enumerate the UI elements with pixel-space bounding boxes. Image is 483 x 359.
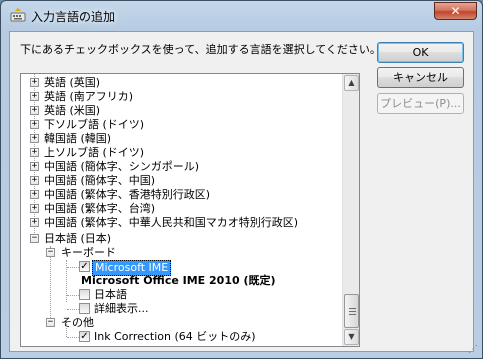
expand-icon[interactable]: +	[30, 78, 39, 87]
close-icon: ✕	[450, 4, 461, 18]
tree-item-label: 英語 (英国)	[44, 76, 101, 89]
tree-item-label: キーボード	[61, 246, 116, 259]
expand-icon[interactable]: +	[30, 148, 39, 157]
tree-item-label: 日本語	[94, 288, 127, 301]
tree-line	[66, 324, 67, 337]
scroll-thumb[interactable]	[344, 294, 359, 328]
expand-icon[interactable]: +	[30, 162, 39, 171]
expand-icon[interactable]: +	[30, 106, 39, 115]
expand-icon[interactable]: +	[30, 92, 39, 101]
expand-icon[interactable]: +	[30, 190, 39, 199]
tree-item-label: 中国語 (繁体字、香港特別行政区)	[44, 188, 211, 201]
tree-item-label: 下ソルブ語 (ドイツ)	[44, 118, 145, 131]
expand-icon[interactable]: +	[30, 134, 39, 143]
close-button[interactable]: ✕	[434, 2, 477, 20]
tree-line	[67, 309, 79, 310]
dialog-client-area: 下にあるチェックボックスを使って、追加する言語を選択してください。 OK キャン…	[9, 31, 474, 352]
expand-icon[interactable]: +	[30, 218, 39, 227]
keyboard-language-icon	[10, 8, 26, 22]
tree-item-label: 中国語 (繁体字、台湾)	[44, 202, 156, 215]
collapse-icon[interactable]: −	[30, 234, 39, 243]
expand-icon[interactable]: +	[30, 120, 39, 129]
collapse-icon[interactable]: −	[46, 318, 55, 327]
checkbox-japanese-keyboard[interactable]	[79, 289, 90, 300]
tree-line	[67, 267, 79, 268]
add-input-language-dialog: 入力言語の追加 ✕ 下にあるチェックボックスを使って、追加する言語を選択してくだ…	[0, 0, 483, 359]
tree-item-label: Ink Correction (64 ビットのみ)	[94, 330, 256, 343]
title-bar[interactable]: 入力言語の追加 ✕	[1, 1, 482, 31]
thumb-grip	[349, 314, 356, 315]
resize-grip-icon[interactable]: ⋰	[468, 344, 480, 356]
window-title: 入力言語の追加	[31, 10, 116, 24]
tree-item-label: 上ソルブ語 (ドイツ)	[44, 146, 145, 159]
tree-item-label: 英語 (米国)	[44, 104, 101, 117]
language-tree-content: − 日本語 (日本) − キーボード ✓ Microsoft IME Micro…	[21, 74, 343, 346]
tree-item-label: 詳細表示...	[94, 302, 149, 315]
tree-line	[67, 337, 79, 338]
preview-button[interactable]: プレビュー(P)...	[377, 93, 464, 114]
checkbox-microsoft-ime[interactable]: ✓	[79, 261, 90, 272]
scroll-up-icon[interactable]: ▲	[344, 75, 359, 91]
tree-item-label: 韓国語 (韓国)	[44, 132, 112, 145]
tree-item-label: Microsoft Office IME 2010 (既定)	[81, 274, 276, 287]
tree-item-label: 中国語 (簡体字、シンガポール)	[44, 160, 200, 173]
checkbox-show-more[interactable]	[79, 303, 90, 314]
tree-item-label: 中国語 (簡体字、中国)	[44, 174, 156, 187]
tree-vertical-scrollbar[interactable]: ▲ ▼	[342, 74, 359, 346]
expand-icon[interactable]: +	[30, 176, 39, 185]
tree-line	[67, 295, 79, 296]
tree-item-label: 中国語 (繁体字、中華人民共和国マカオ特別行政区)	[44, 216, 299, 229]
scroll-down-icon[interactable]: ▼	[344, 329, 359, 345]
tree-item-label: 日本語 (日本)	[44, 232, 112, 245]
cancel-button[interactable]: キャンセル	[377, 67, 464, 88]
expand-icon[interactable]: +	[30, 204, 39, 213]
language-tree[interactable]: − 日本語 (日本) − キーボード ✓ Microsoft IME Micro…	[20, 73, 360, 347]
thumb-grip	[349, 308, 356, 309]
instruction-text: 下にあるチェックボックスを使って、追加する言語を選択してください。	[20, 43, 381, 56]
thumb-grip	[349, 311, 356, 312]
tree-item-label: 英語 (南アフリカ)	[44, 90, 134, 103]
tree-line	[50, 246, 51, 324]
collapse-icon[interactable]: −	[46, 248, 55, 257]
checkbox-ink-correction[interactable]: ✓	[79, 331, 90, 342]
ok-button[interactable]: OK	[377, 42, 464, 63]
